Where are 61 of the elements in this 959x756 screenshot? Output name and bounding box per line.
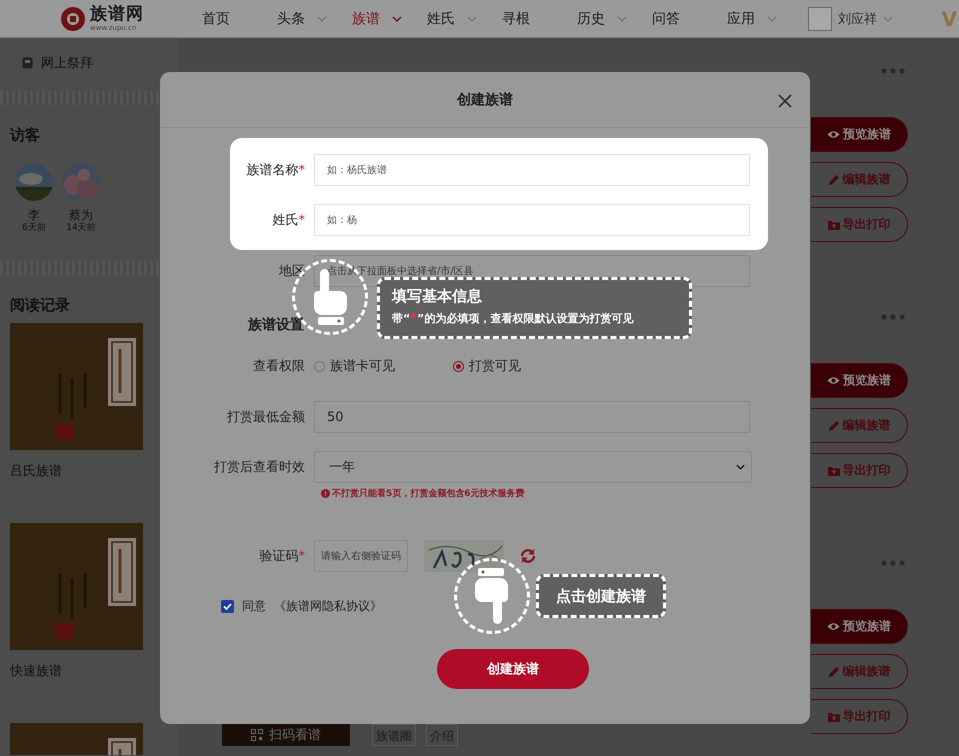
- field-label: 姓氏*: [272, 212, 305, 230]
- preview-button[interactable]: 预览族谱: [811, 117, 908, 152]
- input-field[interactable]: 50: [314, 401, 750, 433]
- nav-item[interactable]: 应用: [727, 10, 802, 28]
- refresh-icon[interactable]: [520, 548, 536, 564]
- eye-icon: [827, 622, 840, 631]
- section-title: 访客: [10, 126, 41, 144]
- section-title: 阅读记录: [10, 296, 71, 314]
- eye-icon: [827, 130, 840, 139]
- nav-item[interactable]: 族谱: [352, 10, 427, 28]
- visit-time: 6天前: [22, 222, 46, 234]
- eye-icon: [827, 376, 840, 385]
- tablet-icon: [22, 57, 33, 69]
- checkmark-icon: [223, 602, 232, 610]
- hint-text: 不打赏只能看5页，打赏金额包含6元技术服务费: [332, 487, 525, 500]
- visit-time: 14天前: [66, 222, 96, 234]
- guide-title: 填写基本信息: [392, 287, 483, 306]
- field-label: 验证码*: [258, 548, 305, 565]
- nav-item[interactable]: 姓氏: [427, 10, 502, 28]
- nav-item[interactable]: 首页: [202, 10, 277, 28]
- user-name[interactable]: 刘应祥: [838, 10, 877, 28]
- preview-button[interactable]: 预览族谱: [811, 363, 908, 398]
- guide-title: 点击创建族谱: [556, 586, 646, 606]
- caret-icon: [883, 16, 893, 22]
- pencil-icon: [828, 666, 840, 678]
- checkbox[interactable]: [221, 600, 234, 612]
- dropdown-field[interactable]: 一年: [314, 451, 752, 483]
- privacy-link[interactable]: 《族谱网隐私协议》: [274, 598, 382, 614]
- logo-title: 族谱网: [90, 5, 144, 24]
- close-icon[interactable]: [778, 94, 792, 108]
- section-title: 族谱设置: [248, 316, 304, 335]
- nav-item[interactable]: 问答: [652, 10, 727, 28]
- pencil-icon: [828, 174, 840, 186]
- submit-button[interactable]: 创建族谱: [437, 649, 589, 689]
- avatar-placeholder: [808, 6, 832, 30]
- field-label: 打赏后查看时效: [213, 459, 305, 476]
- preview-button[interactable]: 预览族谱: [811, 609, 908, 644]
- vip-label: V: [942, 6, 957, 30]
- guide-text: 带“*”的为必填项，查看权限默认设置为打赏可见: [392, 311, 634, 326]
- nav-item[interactable]: 寻根: [502, 10, 577, 28]
- pencil-icon: [828, 420, 840, 432]
- nav-item[interactable]: 历史: [577, 10, 652, 28]
- scan-button[interactable]: 扫码看谱: [222, 724, 350, 746]
- caret-icon: [736, 464, 745, 470]
- dialog-title: 创建族谱: [457, 90, 513, 108]
- radio-label[interactable]: 打赏可见: [469, 357, 521, 375]
- field-label: 族谱名称*: [246, 162, 305, 180]
- radio-button[interactable]: [314, 360, 325, 372]
- logo-icon: [60, 6, 86, 32]
- folder-icon: [828, 220, 840, 230]
- folder-icon: [828, 466, 840, 476]
- radio-label[interactable]: 族谱卡可见: [330, 357, 395, 375]
- nav-item[interactable]: 头条: [277, 10, 352, 28]
- alert-icon: [321, 488, 330, 498]
- agree-label: 同意: [242, 598, 266, 614]
- radio-button[interactable]: [453, 360, 464, 372]
- folder-icon: [828, 712, 840, 722]
- field-label: 查看权限: [252, 358, 305, 375]
- input-field[interactable]: 请输入右侧验证码: [314, 540, 408, 572]
- field-label: 打赏最低金额: [226, 409, 305, 426]
- qr-code-icon: [251, 729, 263, 741]
